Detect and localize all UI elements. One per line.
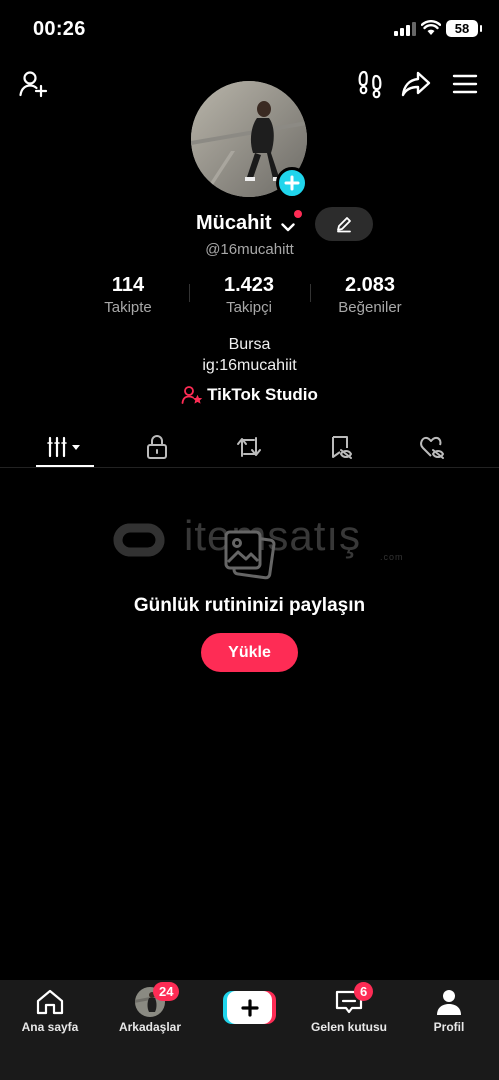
stat-likes[interactable]: 2.083 Beğeniler (310, 274, 430, 316)
tab-saved[interactable] (312, 430, 370, 464)
battery-indicator: 58 (446, 20, 482, 37)
add-story-button[interactable] (276, 167, 308, 199)
stat-followers[interactable]: 1.423 Takipçi (189, 274, 309, 316)
status-bar: 00:26 58 (0, 0, 499, 58)
lock-icon (147, 435, 167, 459)
tab-reposts[interactable] (220, 430, 278, 464)
chevron-down-icon[interactable] (281, 223, 295, 232)
nav-home[interactable]: Ana sayfa (0, 986, 100, 1034)
create-button[interactable] (223, 991, 276, 1024)
watermark-domain: .com (380, 552, 404, 562)
stat-label: Beğeniler (338, 299, 402, 316)
bio-line: ig:16mucahiit (202, 357, 297, 374)
videos-grid-icon (47, 436, 80, 458)
tab-videos[interactable] (36, 430, 94, 464)
name-row: Mücahit (0, 207, 499, 241)
home-icon (36, 989, 64, 1015)
profile-name[interactable]: Mücahit (196, 212, 272, 235)
pencil-icon (337, 217, 351, 233)
nav-label: Profil (433, 1020, 465, 1034)
nav-inbox[interactable]: 6 Gelen kutusu (299, 982, 399, 1034)
wifi-icon (421, 20, 441, 35)
profile-stats: 114 Takipte 1.423 Takipçi 2.083 Beğenile… (0, 274, 499, 320)
cellular-signal-icon (394, 22, 416, 36)
clock: 00:26 (33, 18, 86, 40)
plus-icon (284, 175, 300, 191)
active-tab-indicator (36, 465, 94, 467)
friends-badge: 24 (153, 982, 180, 1001)
tab-private[interactable] (128, 430, 186, 464)
heart-hidden-icon (420, 436, 444, 459)
profile-bio: Bursa ig:16mucahiit (0, 334, 499, 376)
nav-profile[interactable]: Profil (399, 986, 499, 1034)
footprints-icon[interactable] (353, 67, 387, 101)
stat-value: 2.083 (344, 274, 396, 296)
upload-button[interactable]: Yükle (201, 633, 298, 672)
bookmark-hidden-icon (332, 436, 352, 459)
nav-label: Arkadaşlar (118, 1020, 182, 1034)
edit-profile-button[interactable] (315, 207, 373, 241)
bio-line: Bursa (228, 336, 271, 353)
stat-label: Takipte (104, 299, 152, 316)
add-friend-icon[interactable] (16, 67, 50, 101)
profile-tabs (0, 424, 499, 468)
handle-text: @16mucahitt (205, 241, 294, 258)
photos-icon (224, 530, 276, 580)
stat-value: 1.423 (223, 274, 275, 296)
nav-label: Gelen kutusu (310, 1020, 387, 1034)
plus-icon (240, 998, 259, 1017)
watermark-logo-icon (113, 523, 165, 557)
nav-label: Ana sayfa (21, 1020, 79, 1034)
stat-value: 114 (111, 274, 145, 296)
empty-state-title: Günlük rutininizi paylaşın (133, 595, 366, 616)
tiktok-studio-link[interactable]: TikTok Studio (0, 385, 499, 405)
creator-icon (181, 386, 203, 404)
repost-icon (237, 437, 261, 457)
tab-liked[interactable] (404, 430, 462, 464)
share-icon[interactable] (399, 67, 433, 101)
nav-friends[interactable]: 24 Arkadaşlar (100, 982, 200, 1034)
stat-label: Takipçi (226, 299, 272, 316)
profile-handle: @16mucahitt (0, 241, 499, 258)
menu-icon[interactable] (448, 67, 482, 101)
profile-icon (437, 990, 461, 1015)
studio-label: TikTok Studio (207, 385, 318, 404)
bottom-navigation: Ana sayfa 24 Arkadaşlar 6 Gelen kutusu P… (0, 980, 499, 1080)
stat-following[interactable]: 114 Takipte (68, 274, 188, 316)
notification-dot (294, 210, 302, 218)
inbox-badge: 6 (354, 982, 374, 1001)
